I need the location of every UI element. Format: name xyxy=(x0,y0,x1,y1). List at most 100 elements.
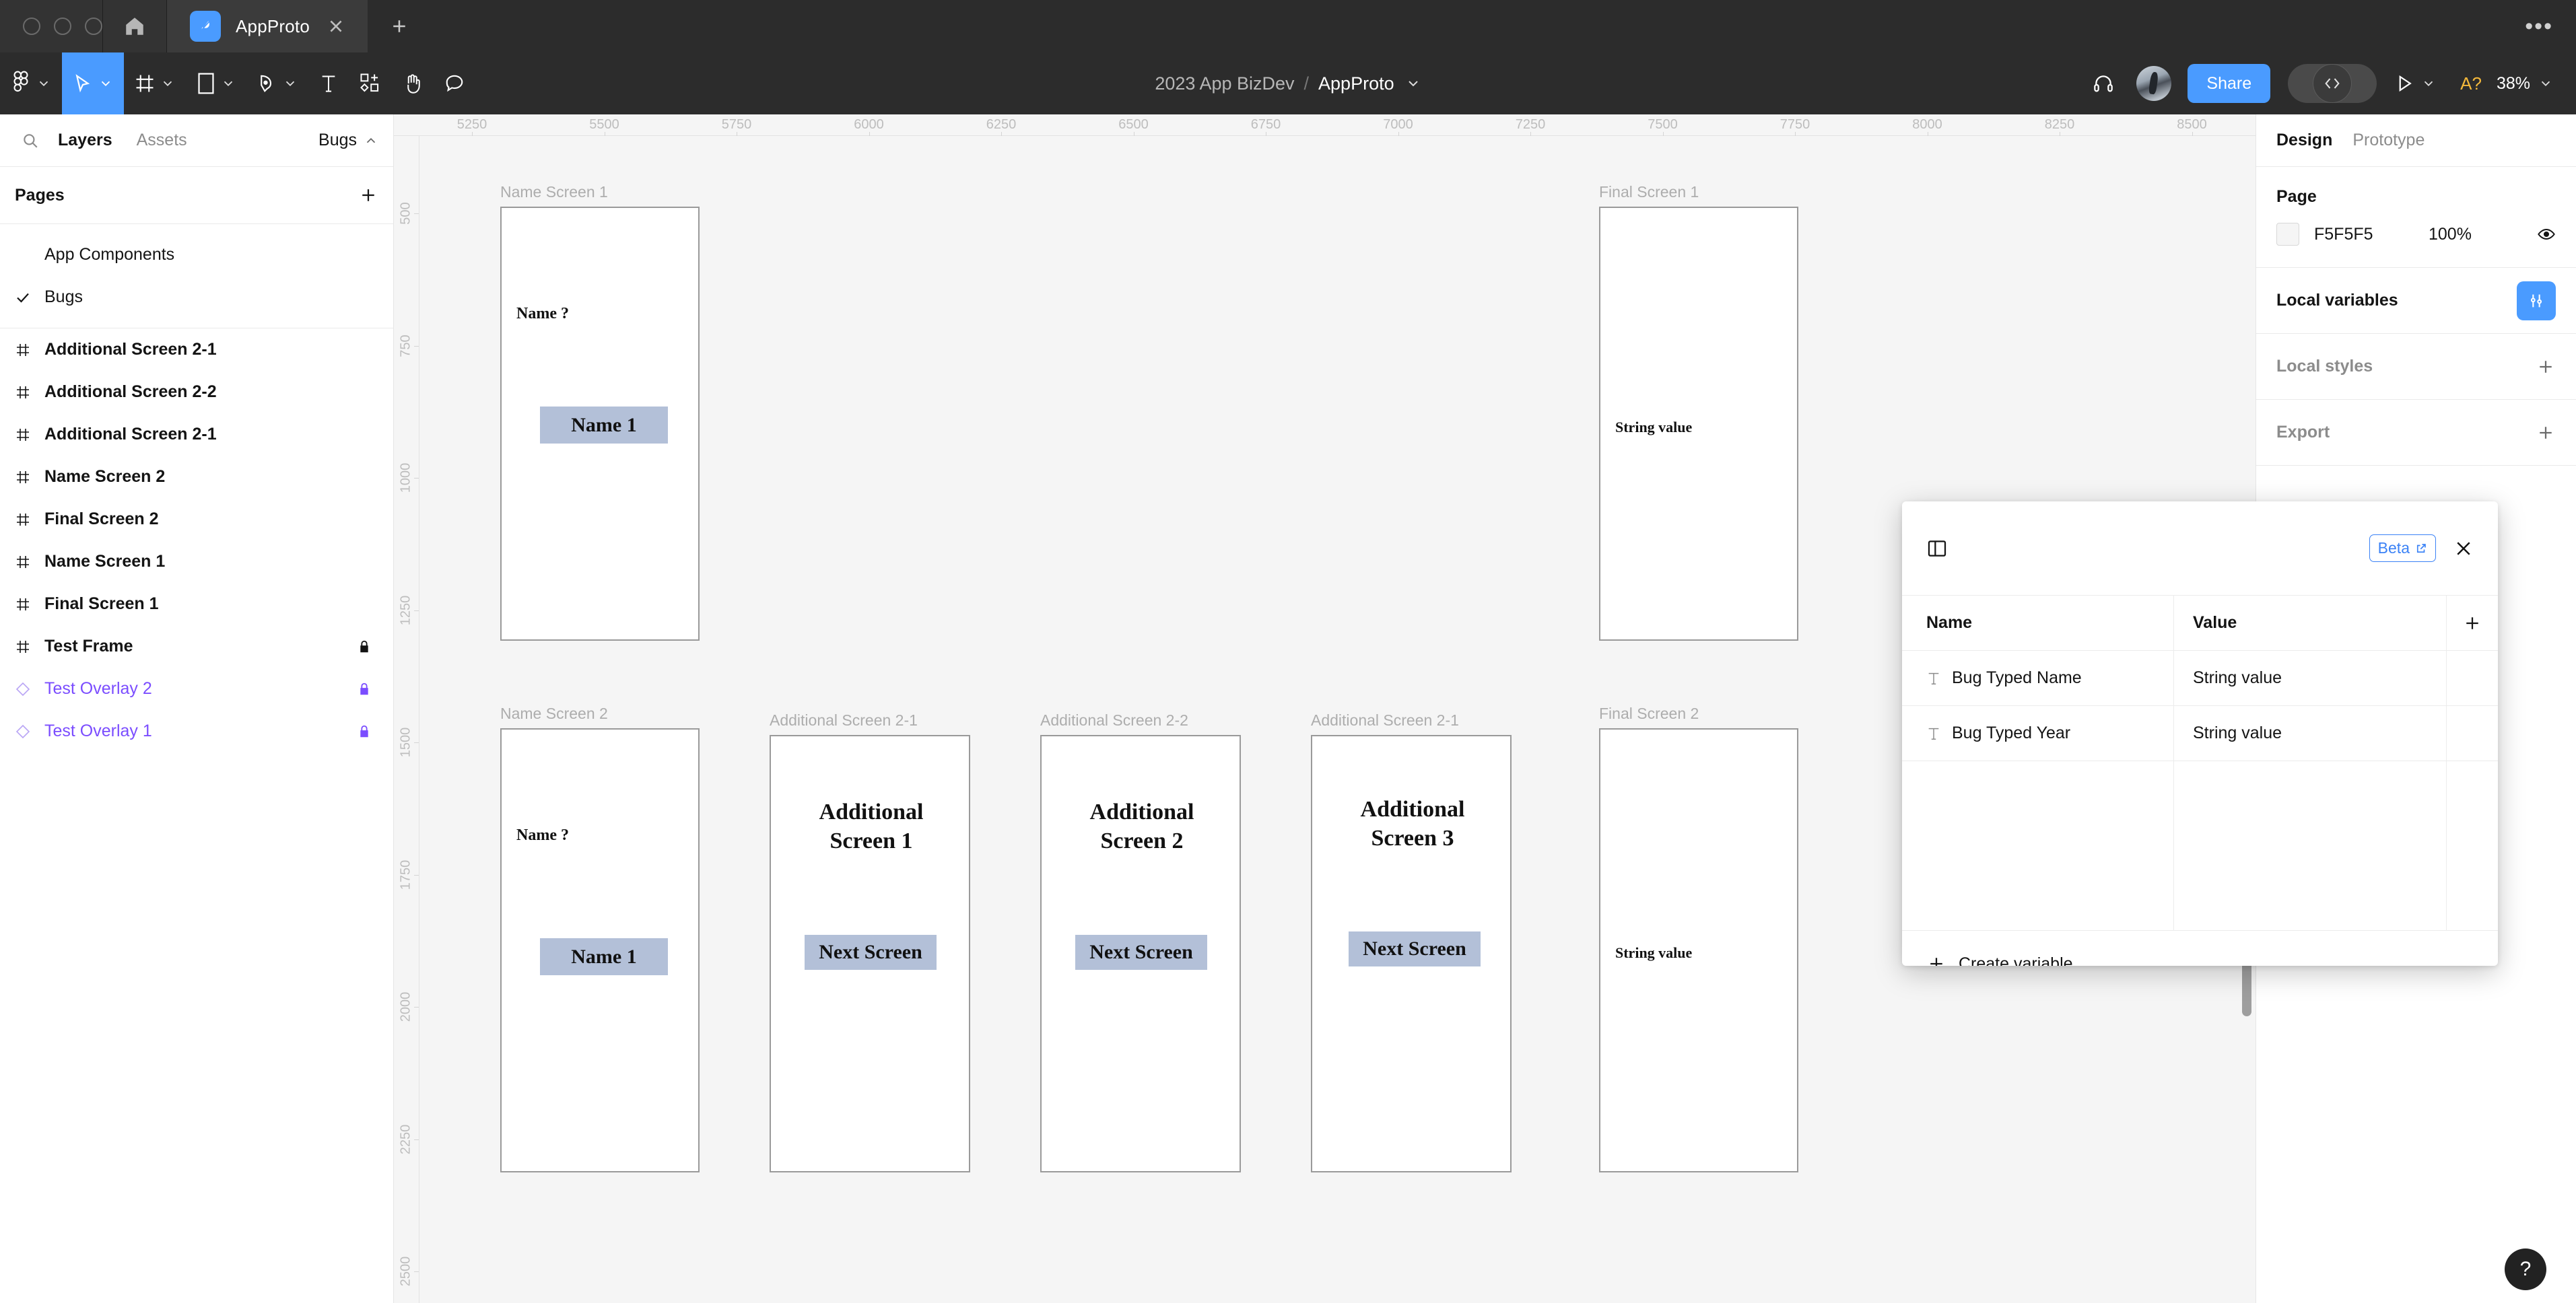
canvas-frame[interactable]: Name Screen 1 Name ? Name 1 xyxy=(500,183,700,641)
visibility-toggle[interactable] xyxy=(2537,225,2556,244)
lock-icon[interactable] xyxy=(357,639,378,654)
frame-body[interactable]: Additional Screen 2 Next Screen xyxy=(1040,735,1241,1172)
frame-body[interactable]: Additional Screen 3 Next Screen xyxy=(1311,735,1512,1172)
frame-button[interactable]: Next Screen xyxy=(1075,935,1207,970)
close-tab-icon[interactable] xyxy=(325,15,347,38)
layer-row[interactable]: Name Screen 1 xyxy=(0,540,393,583)
add-export-button[interactable] xyxy=(2536,423,2556,443)
layer-row[interactable]: Additional Screen 2-1 xyxy=(0,413,393,456)
frame-text[interactable]: Name ? xyxy=(516,304,569,324)
accessibility-warning-badge[interactable]: A? xyxy=(2445,73,2497,94)
canvas-frame[interactable]: Additional Screen 2-1 Additional Screen 1… xyxy=(770,711,970,1172)
page-item-bugs[interactable]: Bugs xyxy=(0,276,393,318)
layer-row[interactable]: Additional Screen 2-1 xyxy=(0,328,393,371)
browser-tab-appproto[interactable]: AppProto xyxy=(167,0,368,52)
frame-text[interactable]: Additional Screen 2 xyxy=(1070,798,1214,855)
open-variables-button[interactable] xyxy=(2517,281,2556,320)
canvas-frame[interactable]: Additional Screen 2-2 Additional Screen 2… xyxy=(1040,711,1241,1172)
frame-body[interactable]: String value xyxy=(1599,728,1798,1172)
layer-row[interactable]: Test Overlay 1 xyxy=(0,710,393,752)
frame-button[interactable]: Next Screen xyxy=(805,935,937,970)
canvas-frame[interactable]: Name Screen 2 Name ? Name 1 xyxy=(500,705,700,1172)
tab-assets[interactable]: Assets xyxy=(125,131,199,150)
breadcrumb-project[interactable]: 2023 App BizDev xyxy=(1155,73,1294,94)
opacity-value[interactable]: 100% xyxy=(2429,225,2472,244)
add-style-button[interactable] xyxy=(2536,357,2556,377)
tool-text[interactable] xyxy=(308,52,349,114)
frame-body[interactable]: Name ? Name 1 xyxy=(500,207,700,641)
variable-name-cell[interactable]: Bug Typed Name xyxy=(1902,651,2174,705)
frame-label[interactable]: Additional Screen 2-2 xyxy=(1040,711,1188,730)
lock-icon[interactable] xyxy=(357,682,378,697)
tool-figma-menu[interactable] xyxy=(0,52,62,114)
tab-prototype[interactable]: Prototype xyxy=(2352,131,2425,150)
frame-button[interactable]: Next Screen xyxy=(1349,931,1481,966)
frame-body[interactable]: Name ? Name 1 xyxy=(500,728,700,1172)
frame-text[interactable]: Name ? xyxy=(516,825,569,845)
tool-pen[interactable] xyxy=(246,52,308,114)
create-variable-button[interactable]: Create variable xyxy=(1902,931,2498,966)
variable-value-cell[interactable]: String value xyxy=(2174,651,2447,705)
lock-icon[interactable] xyxy=(357,724,378,739)
hex-value[interactable]: F5F5F5 xyxy=(2314,225,2429,244)
tool-resources[interactable] xyxy=(349,52,392,114)
frame-body[interactable]: Additional Screen 1 Next Screen xyxy=(770,735,970,1172)
tool-hand[interactable] xyxy=(392,52,434,114)
frame-text[interactable]: String value xyxy=(1615,418,1692,437)
layer-row[interactable]: Final Screen 2 xyxy=(0,498,393,540)
tool-move[interactable] xyxy=(62,52,124,114)
search-button[interactable] xyxy=(15,132,46,149)
beta-badge[interactable]: Beta xyxy=(2369,534,2436,562)
frame-body[interactable]: String value xyxy=(1599,207,1798,641)
layer-row[interactable]: Test Overlay 2 xyxy=(0,668,393,710)
zoom-control[interactable]: 38% xyxy=(2497,74,2558,94)
tool-comment[interactable] xyxy=(434,52,475,114)
variable-value-cell[interactable]: String value xyxy=(2174,706,2447,761)
color-swatch[interactable] xyxy=(2276,223,2299,246)
table-row[interactable]: Bug Typed Name String value xyxy=(1902,651,2498,706)
frame-button[interactable]: Name 1 xyxy=(540,407,668,444)
home-button[interactable] xyxy=(103,0,166,52)
canvas-frame[interactable]: Additional Screen 2-1 Additional Screen 3… xyxy=(1311,711,1512,1172)
canvas-frame[interactable]: Final Screen 1 String value xyxy=(1599,183,1798,641)
share-button[interactable]: Share xyxy=(2188,64,2271,103)
new-tab-button[interactable] xyxy=(368,0,432,52)
variable-name-cell[interactable]: Bug Typed Year xyxy=(1902,706,2174,761)
tool-shape[interactable] xyxy=(186,52,246,114)
frame-button[interactable]: Name 1 xyxy=(540,938,668,975)
user-avatar[interactable] xyxy=(2136,66,2172,101)
close-window-button[interactable] xyxy=(23,17,40,35)
layer-row[interactable]: Test Frame xyxy=(0,625,393,668)
frame-label[interactable]: Additional Screen 2-1 xyxy=(1311,711,1459,730)
tab-layers[interactable]: Layers xyxy=(46,131,125,150)
close-modal-button[interactable] xyxy=(2453,538,2474,559)
layer-row[interactable]: Final Screen 1 xyxy=(0,583,393,625)
frame-label[interactable]: Name Screen 2 xyxy=(500,705,608,723)
frame-label[interactable]: Name Screen 1 xyxy=(500,183,608,201)
headset-button[interactable] xyxy=(2077,52,2130,114)
current-page-chip[interactable]: Bugs xyxy=(318,131,378,150)
present-group[interactable] xyxy=(2385,73,2445,94)
help-button[interactable]: ? xyxy=(2505,1248,2546,1290)
add-page-button[interactable] xyxy=(358,185,378,205)
minimize-window-button[interactable] xyxy=(54,17,71,35)
add-variable-button[interactable] xyxy=(2447,596,2498,650)
frame-label[interactable]: Final Screen 2 xyxy=(1599,705,1699,723)
layer-row[interactable]: Name Screen 2 xyxy=(0,456,393,498)
window-overflow[interactable]: ••• xyxy=(2525,0,2576,52)
zoom-window-button[interactable] xyxy=(85,17,102,35)
tool-frame[interactable] xyxy=(124,52,186,114)
frame-text[interactable]: String value xyxy=(1615,944,1692,962)
tab-design[interactable]: Design xyxy=(2276,131,2332,150)
chevron-down-icon[interactable] xyxy=(1405,75,1421,92)
frame-label[interactable]: Final Screen 1 xyxy=(1599,183,1699,201)
frame-text[interactable]: Additional Screen 1 xyxy=(799,798,943,855)
frame-text[interactable]: Additional Screen 3 xyxy=(1341,796,1485,853)
layer-row[interactable]: Additional Screen 2-2 xyxy=(0,371,393,413)
canvas-frame[interactable]: Final Screen 2 String value xyxy=(1599,705,1798,1172)
page-item-app-components[interactable]: App Components xyxy=(0,234,393,276)
panel-toggle-icon[interactable] xyxy=(1926,538,1948,559)
breadcrumb-file[interactable]: AppProto xyxy=(1318,73,1394,94)
dev-mode-toggle[interactable] xyxy=(2288,64,2377,103)
table-row[interactable]: Bug Typed Year String value xyxy=(1902,706,2498,761)
